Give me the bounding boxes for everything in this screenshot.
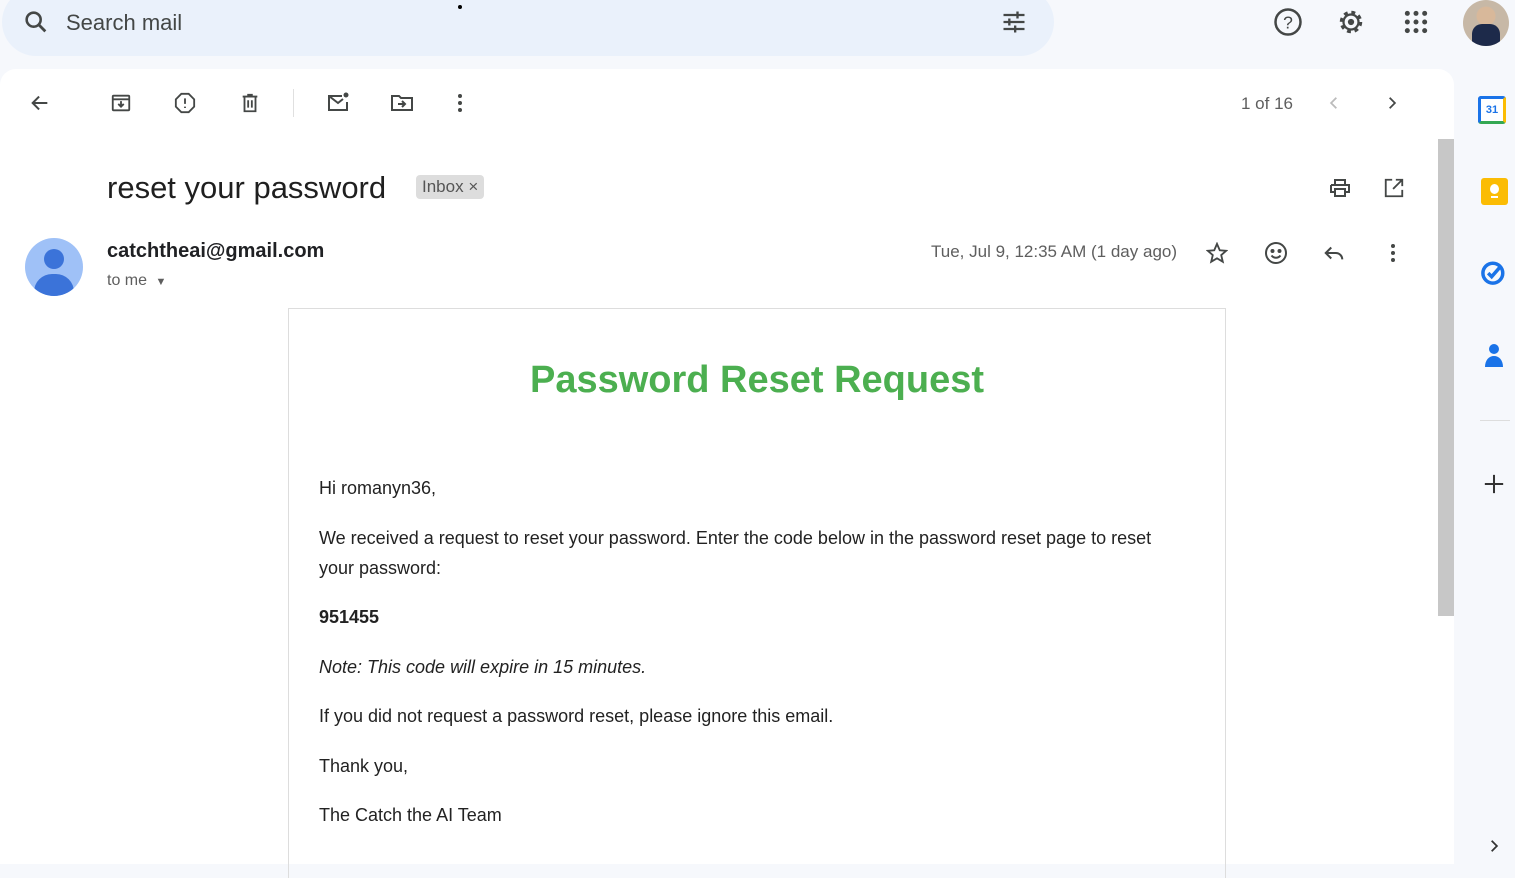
help-icon[interactable]: ? xyxy=(1270,4,1306,40)
newer-chevron-left-icon[interactable] xyxy=(1316,85,1352,121)
mark-unread-icon[interactable] xyxy=(320,85,356,121)
open-new-window-icon[interactable] xyxy=(1376,170,1412,206)
sender-email[interactable]: catchtheai@gmail.com xyxy=(107,240,324,263)
archive-icon[interactable] xyxy=(103,85,139,121)
settings-gear-icon[interactable] xyxy=(1333,4,1369,40)
sender-avatar xyxy=(25,238,83,296)
email-date: Tue, Jul 9, 12:35 AM (1 day ago) xyxy=(931,242,1178,261)
greeting: Hi romanyn36, xyxy=(319,478,437,498)
apps-grid-icon[interactable] xyxy=(1398,4,1434,40)
recipient-text: to me xyxy=(107,272,148,289)
move-to-folder-icon[interactable] xyxy=(384,85,420,121)
chevron-down-icon[interactable]: ▼ xyxy=(155,276,166,288)
contacts-app-icon[interactable] xyxy=(1479,340,1509,370)
delete-trash-icon[interactable] xyxy=(232,85,268,121)
side-panel-divider xyxy=(1480,420,1510,421)
thanks: Thank you, xyxy=(319,756,409,776)
scrollbar-thumb[interactable] xyxy=(1438,139,1454,616)
search-icon[interactable] xyxy=(20,6,52,38)
account-avatar[interactable] xyxy=(1463,0,1509,46)
calendar-app-icon[interactable]: 31 xyxy=(1478,96,1506,124)
pagination-count: 1 of 16 xyxy=(1241,94,1293,113)
emoji-reaction-icon[interactable] xyxy=(1259,236,1293,270)
cursor-dot xyxy=(458,5,462,9)
remove-label-button[interactable]: × xyxy=(468,177,478,196)
expand-side-panel-chevron-icon[interactable] xyxy=(1482,834,1506,858)
star-icon[interactable] xyxy=(1200,236,1234,270)
email-body: Password Reset Request Hi romanyn36, We … xyxy=(288,308,1226,878)
older-chevron-right-icon[interactable] xyxy=(1374,85,1410,121)
more-options-icon[interactable] xyxy=(442,85,478,121)
expiry-note: Note: This code will expire in 15 minute… xyxy=(319,657,647,677)
reply-icon[interactable] xyxy=(1317,236,1351,270)
search-bar[interactable]: Search mail xyxy=(2,0,1054,56)
message-more-icon[interactable] xyxy=(1376,236,1410,270)
intro-paragraph: We received a request to reset your pass… xyxy=(319,528,1152,578)
inbox-label-badge: Inbox × xyxy=(416,175,485,199)
print-icon[interactable] xyxy=(1322,170,1358,206)
report-spam-icon[interactable] xyxy=(167,85,203,121)
add-addon-plus-icon[interactable] xyxy=(1479,469,1509,499)
email-subject: reset your password xyxy=(107,170,387,205)
label-text: Inbox xyxy=(422,177,464,196)
tasks-app-icon[interactable] xyxy=(1479,257,1509,287)
reset-code: 951455 xyxy=(319,607,380,627)
filter-options-icon[interactable] xyxy=(996,4,1032,40)
keep-app-icon[interactable] xyxy=(1481,178,1508,205)
body-heading: Password Reset Request xyxy=(529,359,985,401)
calendar-day: 31 xyxy=(1485,104,1499,116)
signature: The Catch the AI Team xyxy=(319,805,502,825)
back-arrow-icon[interactable] xyxy=(22,85,58,121)
recipient-details[interactable]: to me ▼ xyxy=(107,272,166,290)
svg-text:?: ? xyxy=(1283,12,1293,32)
toolbar-divider xyxy=(293,89,294,117)
ignore-paragraph: If you did not request a password reset,… xyxy=(319,706,834,726)
search-input[interactable]: Search mail xyxy=(66,10,182,36)
